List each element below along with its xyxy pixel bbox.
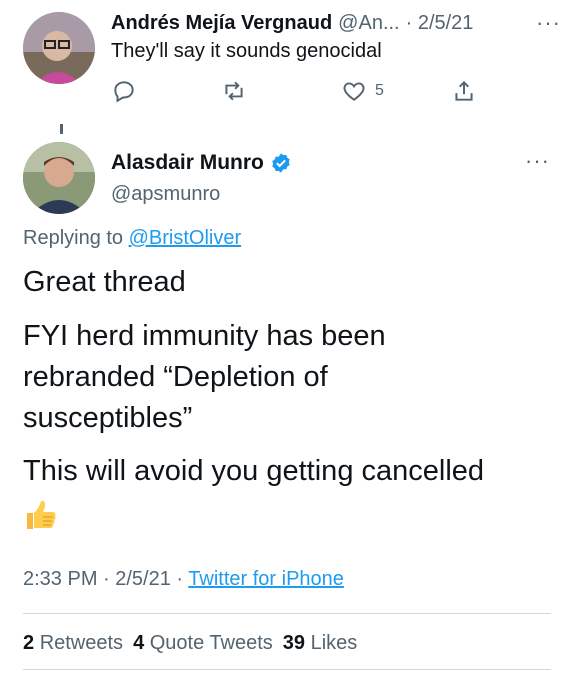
tweet-actions: 5: [111, 78, 481, 106]
avatar[interactable]: [23, 12, 95, 84]
thumbs-up-emoji: [27, 500, 56, 529]
replying-prefix: Replying to: [23, 227, 124, 249]
replying-to: Replying to @BristOliver: [23, 227, 241, 250]
tweet-meta: 2:33 PM · 2/5/21 · Twitter for iPhone: [23, 568, 344, 591]
tweet-date[interactable]: · 2/5/21: [406, 12, 474, 35]
likes-stat[interactable]: 39 Likes: [283, 632, 358, 655]
more-icon[interactable]: ···: [536, 10, 561, 36]
more-icon[interactable]: ···: [525, 148, 550, 174]
divider: [23, 613, 551, 614]
retweet-button[interactable]: [221, 78, 247, 104]
retweet-icon: [225, 81, 243, 101]
tweet-timestamp[interactable]: 2:33 PM · 2/5/21 ·: [23, 568, 183, 590]
avatar[interactable]: [23, 142, 95, 214]
verified-badge-icon: [272, 153, 290, 173]
reply-tweet-header: Andrés Mejía Vergnaud @An... · 2/5/21 ··…: [111, 10, 561, 36]
tweet-text-line: FYI herd immunity has been: [23, 320, 386, 352]
replying-to-link[interactable]: @BristOliver: [129, 227, 242, 249]
author-handle[interactable]: @An...: [338, 12, 399, 35]
reply-button[interactable]: [111, 78, 137, 104]
tweet-text-line: This will avoid you getting cancelled: [23, 455, 485, 487]
heart-icon: [343, 82, 365, 101]
share-button[interactable]: [451, 78, 477, 104]
share-icon: [455, 80, 473, 101]
divider: [23, 669, 551, 670]
engagement-stats: 2 Retweets 4 Quote Tweets 39 Likes: [23, 632, 357, 655]
author-name[interactable]: Andrés Mejía Vergnaud: [111, 12, 332, 35]
tweet-source-link[interactable]: Twitter for iPhone: [188, 568, 344, 590]
tweet-text-line: Great thread: [23, 266, 186, 298]
retweets-stat[interactable]: 2 Retweets: [23, 632, 123, 655]
quote-tweets-stat[interactable]: 4 Quote Tweets: [133, 632, 273, 655]
thread-connector: [60, 124, 63, 134]
author-name-row: Alasdair Munro: [111, 151, 292, 175]
like-button[interactable]: 5: [341, 78, 384, 104]
like-count: 5: [375, 82, 384, 99]
reply-icon: [114, 81, 134, 103]
tweet-text: They'll say it sounds genocidal: [111, 40, 382, 62]
tweet-text-line: rebranded “Depletion of: [23, 361, 328, 393]
tweet-text-line: susceptibles”: [23, 402, 193, 434]
author-handle[interactable]: @apsmunro: [111, 183, 220, 206]
author-name[interactable]: Alasdair Munro: [111, 151, 264, 175]
